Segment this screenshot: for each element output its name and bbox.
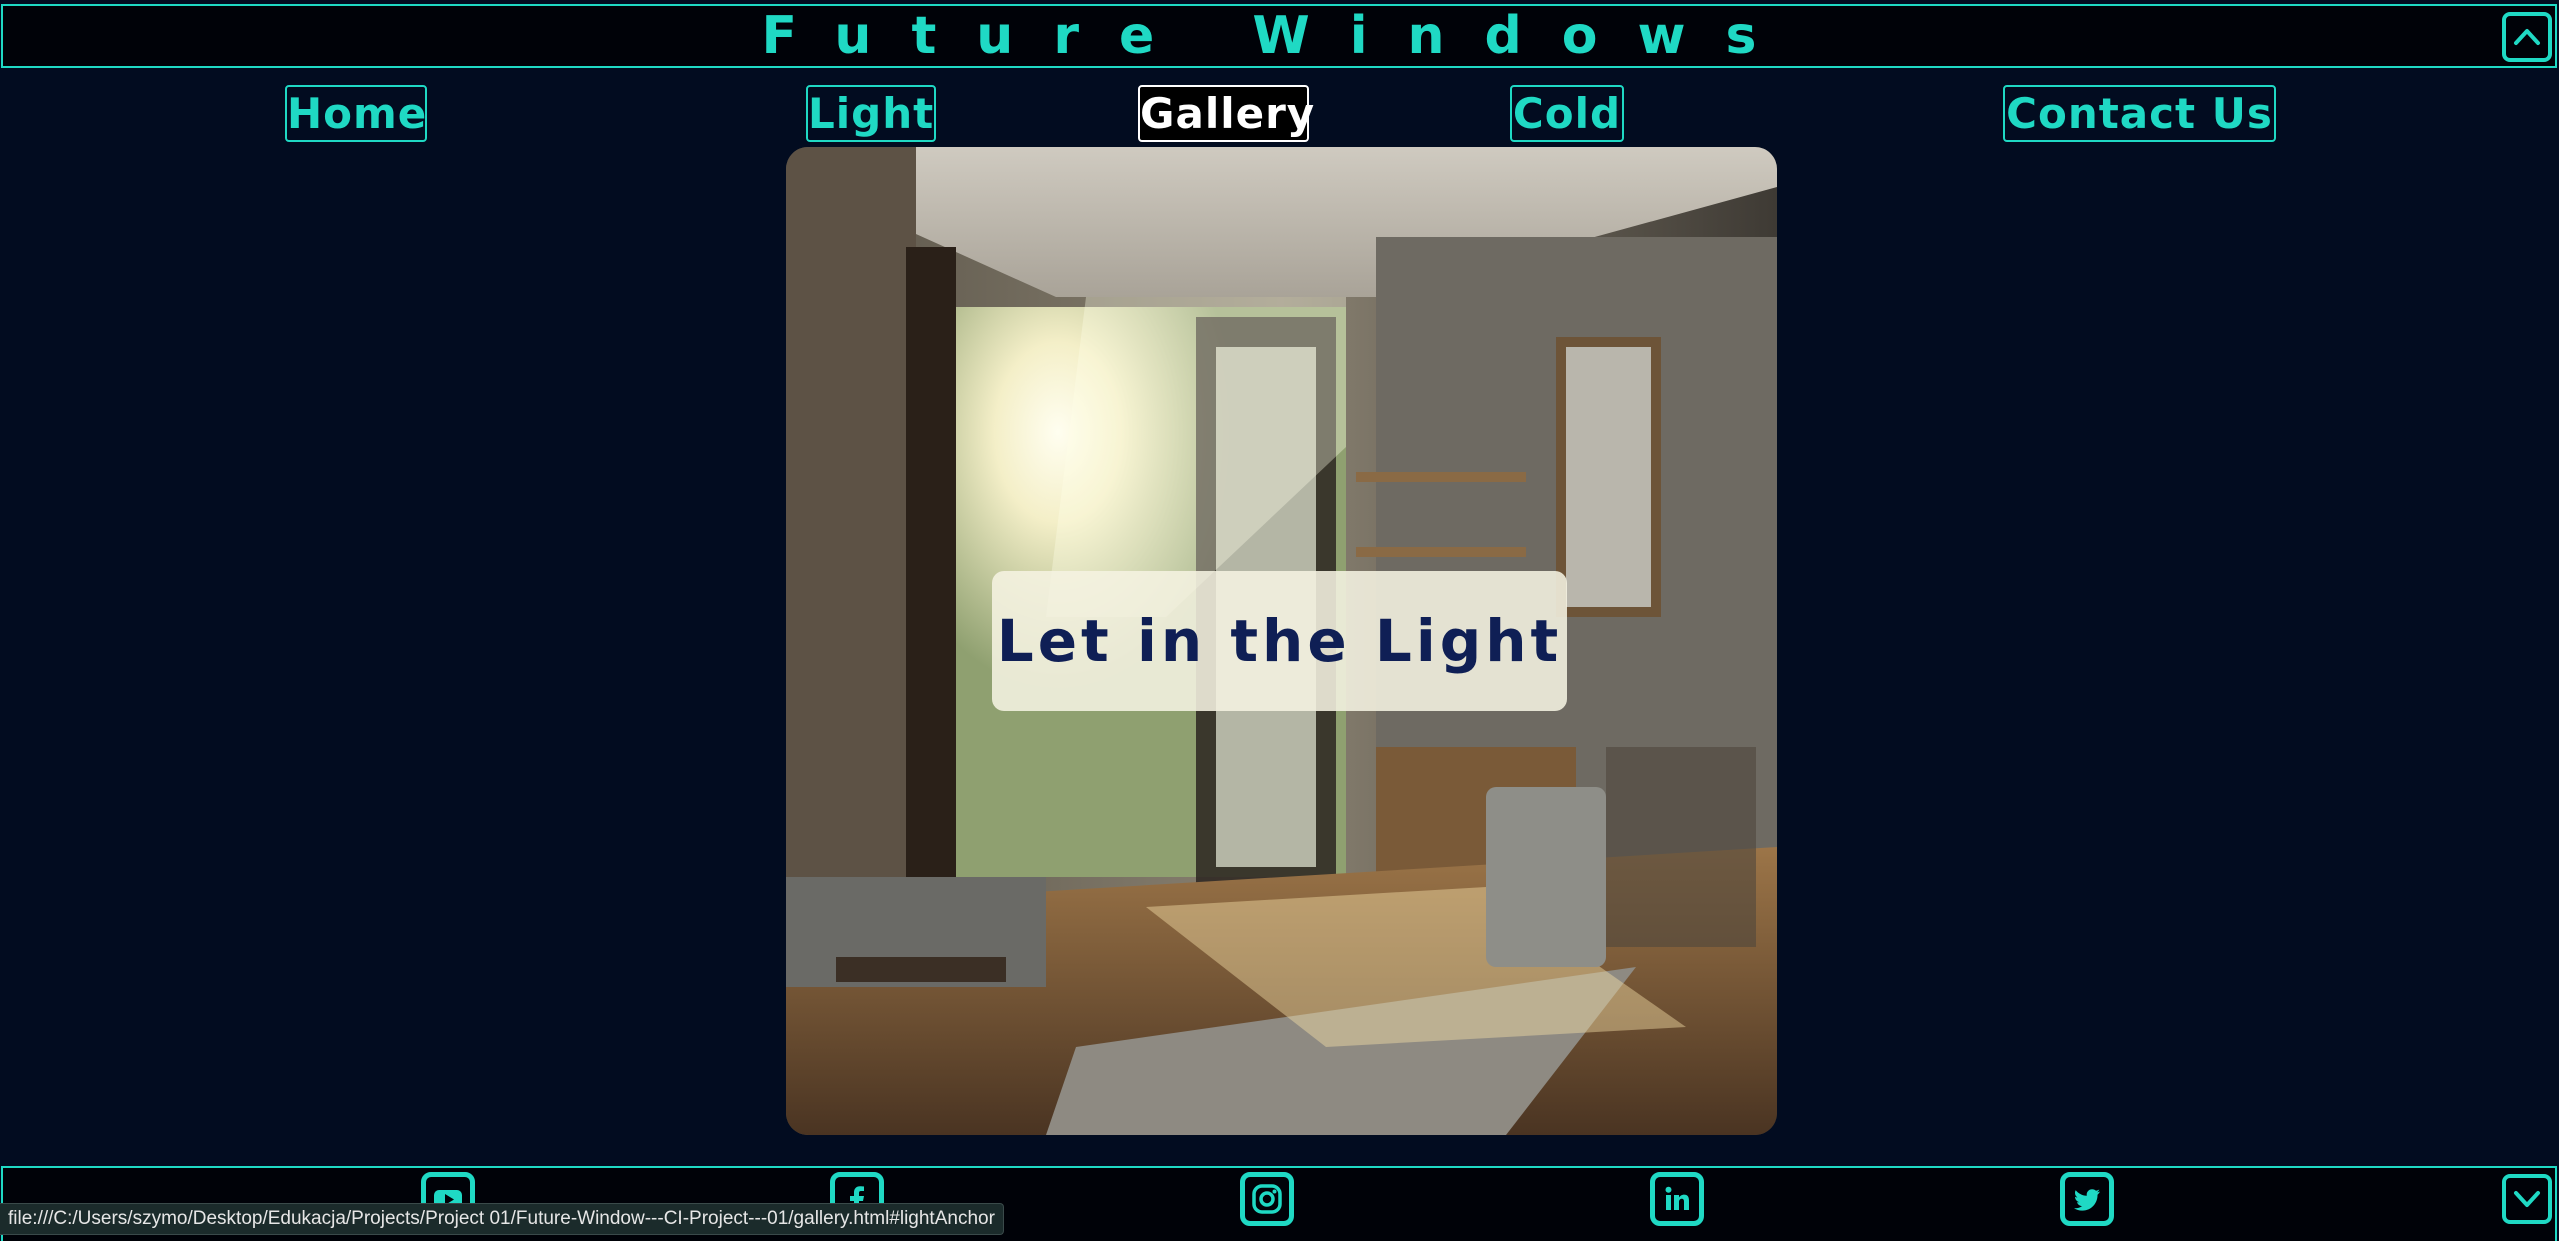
twitter-link[interactable]: [2060, 1172, 2114, 1226]
chevron-down-icon: [2514, 1191, 2540, 1207]
nav-gallery[interactable]: Gallery: [1138, 85, 1314, 142]
status-bar-url: file:///C:/Users/szymo/Desktop/Edukacja/…: [0, 1203, 1004, 1235]
nav-light[interactable]: Light: [806, 85, 936, 142]
header-bar: Future Windows: [1, 4, 2557, 68]
nav-contact-us[interactable]: Contact Us: [2003, 85, 2276, 142]
nav-home[interactable]: Home: [285, 85, 427, 142]
nav-cold[interactable]: Cold: [1510, 85, 1624, 142]
instagram-icon: [1252, 1184, 1282, 1214]
hero-caption-box: Let in the Light: [992, 571, 1567, 711]
gallery-hero-image[interactable]: Let in the Light: [786, 147, 1777, 1135]
scroll-down-button[interactable]: [2502, 1174, 2552, 1224]
linkedin-icon: [1665, 1186, 1689, 1210]
instagram-link[interactable]: [1240, 1172, 1294, 1226]
hero-caption: Let in the Light: [996, 607, 1563, 675]
twitter-icon: [2074, 1189, 2100, 1211]
linkedin-link[interactable]: [1650, 1172, 1704, 1226]
scroll-up-button[interactable]: [2502, 12, 2552, 62]
chevron-up-icon: [2514, 29, 2540, 45]
site-title: Future Windows: [761, 6, 1797, 66]
